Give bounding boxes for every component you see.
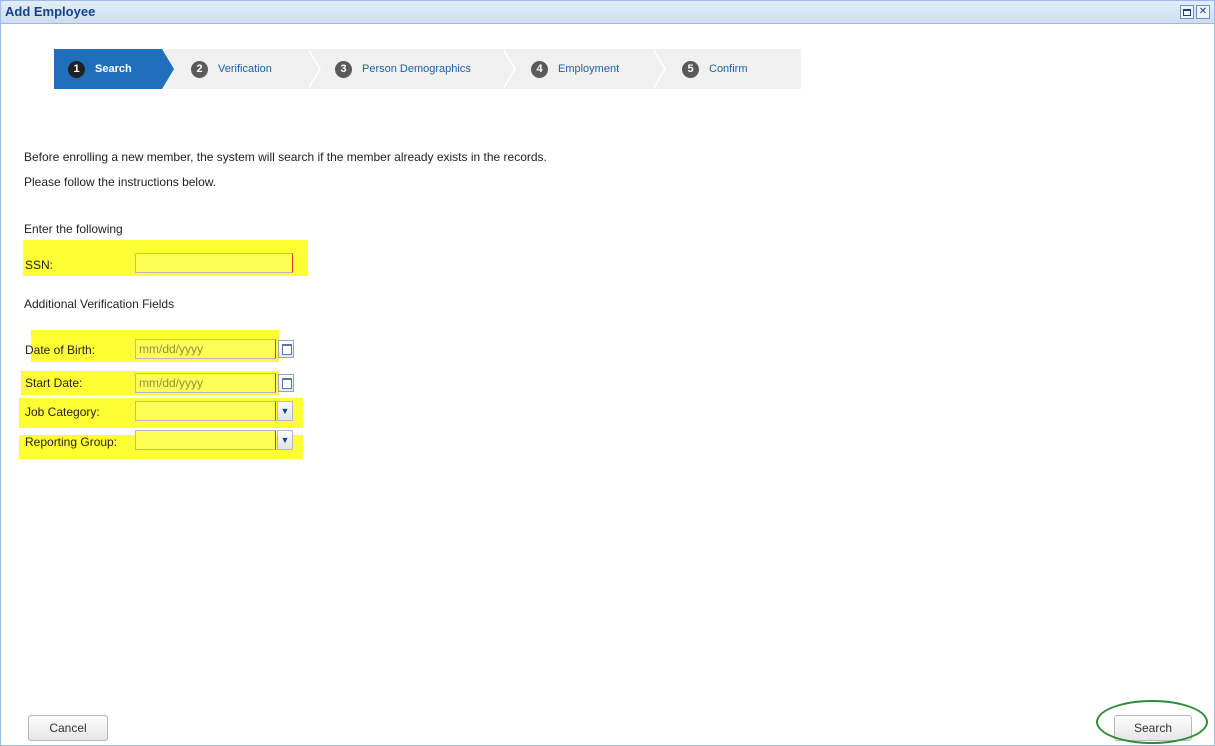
window-title: Add Employee — [5, 4, 96, 19]
calendar-icon[interactable] — [278, 374, 294, 392]
maximize-icon[interactable] — [1180, 5, 1194, 19]
step-confirm[interactable]: 5 Confirm — [682, 49, 748, 89]
step-number: 5 — [682, 60, 699, 78]
start-date-label: Start Date: — [25, 376, 83, 390]
window-titlebar: Add Employee ✕ — [1, 1, 1214, 24]
ssn-input[interactable] — [135, 253, 293, 273]
step-employment[interactable]: 4 Employment — [531, 49, 619, 89]
step-label: Search — [95, 63, 132, 75]
step-person-demographics[interactable]: 3 Person Demographics — [335, 49, 471, 89]
window-controls: ✕ — [1180, 5, 1210, 19]
step-number: 4 — [531, 60, 548, 78]
step-arrow — [162, 49, 174, 89]
search-button[interactable]: Search — [1114, 715, 1192, 741]
reporting-group-select[interactable] — [135, 430, 276, 450]
step-label: Confirm — [709, 63, 748, 75]
step-label: Employment — [558, 63, 620, 75]
job-category-label: Job Category: — [25, 405, 100, 419]
step-verification[interactable]: 2 Verification — [191, 49, 272, 89]
step-separator-inner — [502, 49, 514, 89]
chevron-down-icon[interactable]: ▼ — [277, 430, 293, 450]
step-number: 1 — [68, 60, 85, 78]
wizard-steps: 1 Search 2 Verification 3 Person Demogra… — [54, 49, 801, 89]
add-employee-window: Add Employee ✕ 1 Search 2 Verification 3… — [0, 0, 1215, 746]
ssn-label: SSN: — [25, 258, 54, 272]
chevron-down-icon[interactable]: ▼ — [277, 401, 293, 421]
cancel-button[interactable]: Cancel — [28, 715, 108, 741]
step-separator-inner — [307, 49, 319, 89]
step-number: 2 — [191, 60, 208, 78]
section-heading-additional: Additional Verification Fields — [24, 297, 175, 311]
intro-text-line1: Before enrolling a new member, the syste… — [24, 150, 547, 164]
step-label: Verification — [218, 63, 272, 75]
step-separator-inner — [652, 49, 664, 89]
intro-text-line2: Please follow the instructions below. — [24, 175, 217, 189]
calendar-icon[interactable] — [278, 340, 294, 358]
start-date-input[interactable] — [135, 373, 276, 393]
section-heading-enter: Enter the following — [24, 222, 123, 236]
dob-input[interactable] — [135, 339, 276, 359]
dob-label: Date of Birth: — [25, 343, 96, 357]
step-search[interactable]: 1 Search — [54, 49, 162, 89]
step-number: 3 — [335, 60, 352, 78]
job-category-select[interactable] — [135, 401, 276, 421]
reporting-group-label: Reporting Group: — [25, 435, 118, 449]
step-label: Person Demographics — [362, 63, 471, 75]
close-icon[interactable]: ✕ — [1196, 5, 1210, 19]
